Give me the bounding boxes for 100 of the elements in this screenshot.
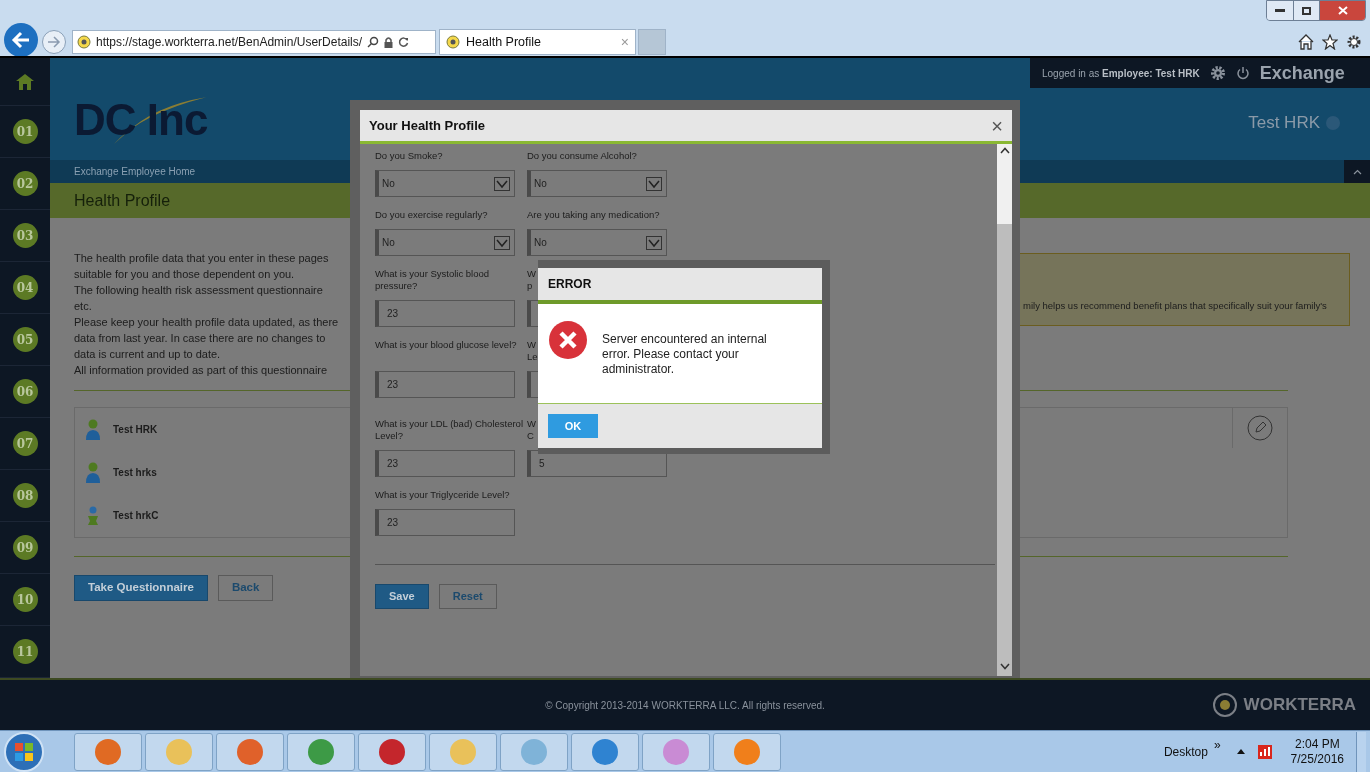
settings-icon[interactable] — [1346, 34, 1362, 50]
power-icon[interactable] — [1235, 66, 1250, 80]
intro-text: suitable for you and those dependent on you. — [74, 267, 296, 282]
secondary-button[interactable]: Back — [217, 575, 274, 601]
field-label: Do you Smoke? — [375, 150, 444, 162]
member-name: Test HRK — [113, 423, 158, 437]
field-label: W C — [527, 418, 536, 442]
user-name: Test HRK — [1248, 112, 1320, 134]
step-badge[interactable]: 06 — [12, 379, 38, 404]
clock-time[interactable]: 2:04 PM — [1294, 736, 1340, 752]
breadcrumb-link[interactable]: Exchange Employee Home — [74, 164, 196, 179]
close-button[interactable] — [1319, 1, 1365, 20]
field-label: What is your Triglyceride Level? — [375, 489, 511, 501]
arrow-left-icon — [11, 31, 31, 49]
step-badge[interactable]: 10 — [12, 587, 38, 612]
intro-text: etc. — [74, 299, 93, 314]
toolbar-overflow-button[interactable]: » — [1213, 735, 1221, 754]
select-field[interactable]: No — [375, 229, 515, 256]
app-icon — [734, 738, 760, 765]
tab-close-button[interactable]: × — [620, 31, 629, 53]
field-label: W Le — [527, 339, 538, 363]
taskbar-app-button[interactable] — [429, 732, 497, 771]
select-field[interactable]: No — [527, 229, 667, 256]
session-text: Logged in as Employee: Test HRK — [1042, 66, 1200, 81]
browser-tab[interactable]: Health Profile × — [439, 29, 636, 55]
app-icon — [308, 738, 334, 765]
person-icon — [85, 504, 101, 527]
show-desktop-button[interactable] — [1356, 731, 1366, 772]
scrollbar[interactable] — [997, 144, 1012, 676]
step-badge[interactable]: 08 — [12, 483, 38, 508]
taskbar-app-button[interactable] — [642, 732, 710, 771]
field-label: Do you exercise regularly? — [375, 209, 489, 221]
desktop-toolbar-label[interactable]: Desktop — [1163, 742, 1208, 761]
secondary-button[interactable]: Reset — [438, 584, 497, 609]
select-field[interactable]: No — [527, 170, 667, 197]
back-button[interactable] — [4, 23, 38, 57]
step-badge[interactable]: 03 — [12, 223, 38, 248]
primary-button[interactable]: Take Questionnaire — [74, 575, 208, 601]
error-message: Server encountered an internal error. Please contact your administrator. — [602, 331, 768, 377]
forward-button[interactable] — [42, 30, 66, 54]
minimize-button[interactable] — [1267, 1, 1293, 20]
notice-text: mily helps us recommend benefit plans that specifically suit your family's — [1023, 300, 1327, 311]
taskbar-app-button[interactable] — [287, 732, 355, 771]
step-badge[interactable]: 11 — [12, 639, 38, 664]
dropdown-icon — [494, 176, 510, 191]
app-icon — [95, 738, 121, 765]
restore-button[interactable] — [1293, 1, 1319, 20]
app-name: Exchange — [1259, 61, 1345, 85]
input-field[interactable]: 23 — [375, 509, 515, 536]
intro-text: All information provided as part of this questionnaire — [74, 363, 329, 378]
field-label: What is your LDL (bad) Cholesterol Level? — [375, 418, 524, 442]
intro-text: The following health risk assessment questionnaire — [74, 283, 324, 298]
select-field[interactable]: No — [375, 170, 515, 197]
taskbar-app-button[interactable] — [145, 732, 213, 771]
collapse-button[interactable] — [1344, 160, 1370, 183]
windows-logo-icon — [14, 741, 34, 762]
scroll-down-icon — [999, 662, 1010, 670]
app-icon — [663, 738, 689, 765]
close-icon — [1337, 6, 1348, 15]
primary-button[interactable]: Save — [375, 584, 429, 609]
error-title: ERROR — [548, 276, 592, 293]
step-badge[interactable]: 09 — [12, 535, 38, 560]
input-field[interactable]: 23 — [375, 371, 515, 398]
start-button[interactable] — [4, 731, 44, 772]
app-icon — [521, 738, 547, 765]
star-icon[interactable] — [1322, 34, 1338, 50]
intro-text: The health profile data that you enter in these pages — [74, 251, 330, 266]
input-field[interactable]: 23 — [375, 300, 515, 327]
step-badge[interactable]: 02 — [12, 171, 38, 196]
site-icon — [77, 35, 91, 49]
taskbar-app-button[interactable] — [358, 732, 426, 771]
dialog-close-button[interactable]: × — [991, 115, 1003, 136]
home-icon[interactable] — [1298, 34, 1314, 50]
taskbar-app-button[interactable] — [216, 732, 284, 771]
step-badge[interactable]: 07 — [12, 431, 38, 456]
dialog-title: Your Health Profile — [369, 116, 486, 135]
person-icon — [85, 461, 101, 484]
settings-icon[interactable] — [1209, 65, 1226, 81]
taskbar-app-button[interactable] — [571, 732, 639, 771]
caret-up-icon[interactable] — [1236, 749, 1245, 754]
ok-button[interactable]: OK — [548, 414, 598, 438]
step-badge[interactable]: 04 — [12, 275, 38, 300]
person-icon — [85, 418, 101, 441]
step-badge[interactable]: 05 — [12, 327, 38, 352]
step-badge[interactable]: 01 — [12, 119, 38, 144]
network-icon[interactable] — [1256, 743, 1273, 760]
taskbar-app-button[interactable] — [713, 732, 781, 771]
input-field[interactable]: 23 — [375, 450, 515, 477]
field-label: Are you taking any medication? — [527, 209, 660, 221]
search-icon — [367, 36, 380, 48]
lock-icon — [384, 36, 394, 48]
taskbar-app-button[interactable] — [500, 732, 568, 771]
clock-date[interactable]: 7/25/2016 — [1290, 751, 1344, 767]
taskbar-app-button[interactable] — [74, 732, 142, 771]
pencil-icon — [1247, 415, 1273, 441]
arrow-right-icon — [47, 36, 61, 48]
address-field[interactable]: https://stage.workterra.net/BenAdmin/UserDetails/ — [72, 30, 436, 54]
member-name: Test hrkC — [113, 509, 159, 523]
copyright-text: © Copyright 2013-2014 WORKTERRA LLC. All rights reserved. — [545, 698, 825, 713]
refresh-icon — [398, 36, 410, 48]
